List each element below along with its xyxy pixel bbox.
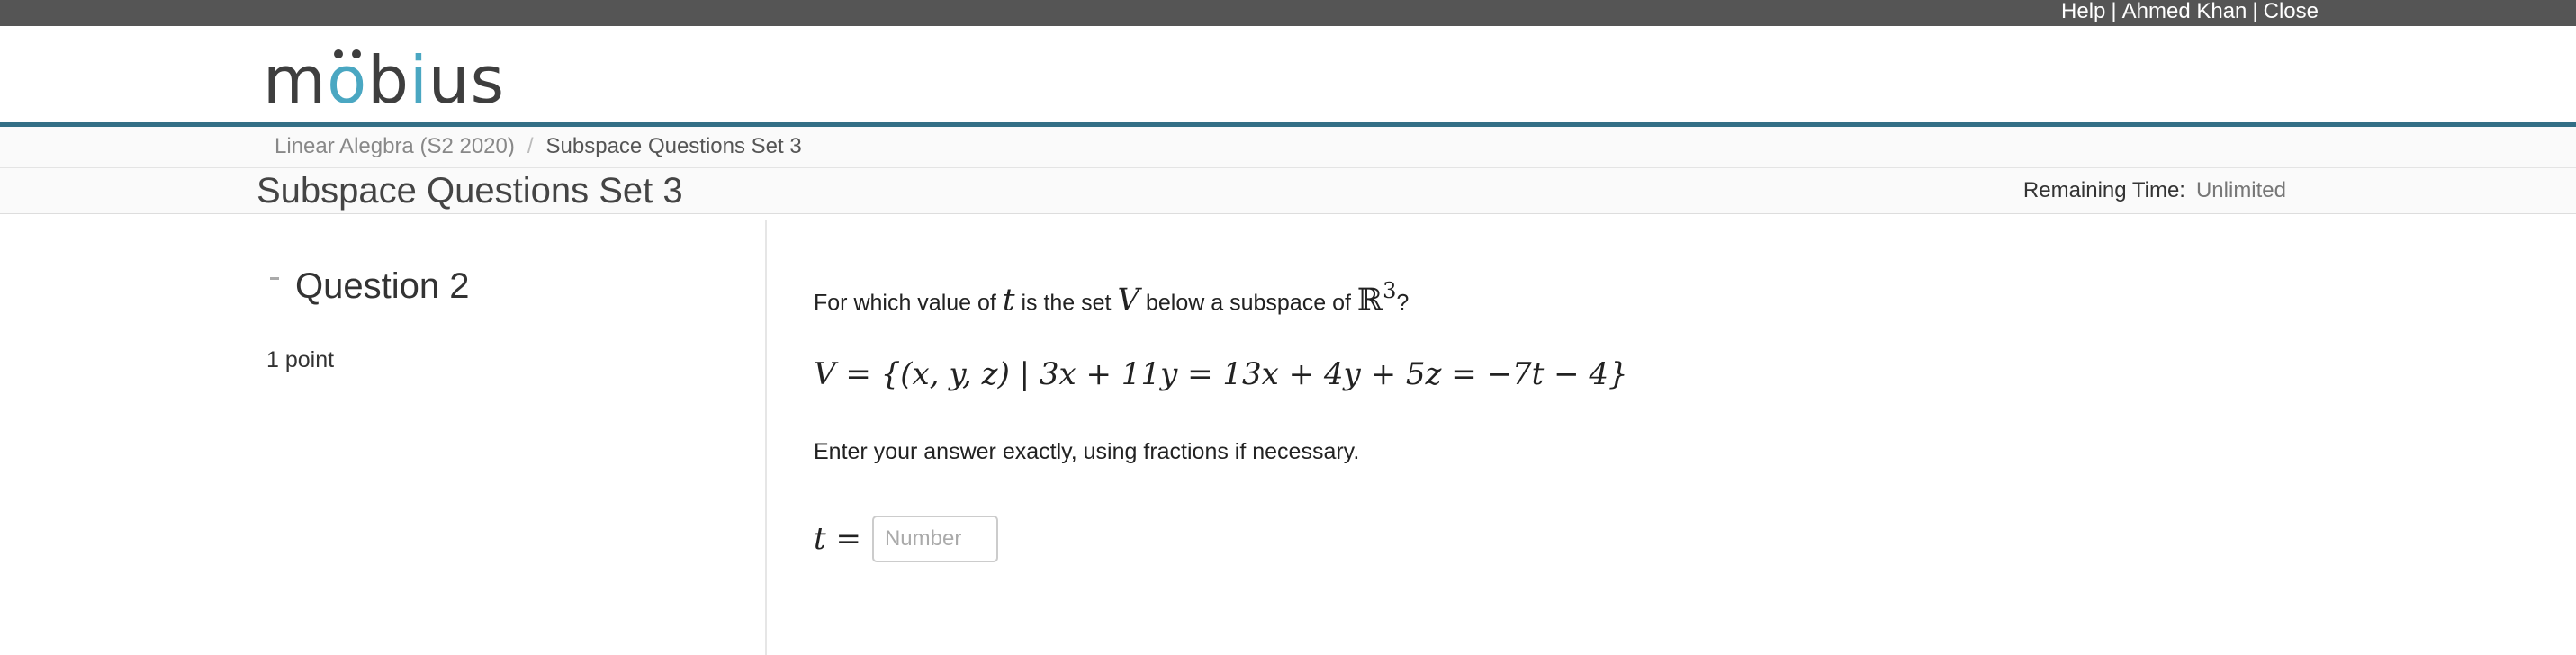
- question-title: Question 2: [295, 266, 470, 306]
- answer-input[interactable]: [871, 516, 998, 562]
- page-title: Subspace Questions Set 3: [257, 171, 683, 211]
- top-bar: Help | Ahmed Khan | Close: [0, 0, 2576, 26]
- prompt-text: below a subspace of: [1145, 290, 1351, 316]
- top-links: Help | Ahmed Khan | Close: [2061, 0, 2319, 26]
- logo-o-umlaut: o: [327, 44, 367, 116]
- logo-letter: m: [263, 42, 328, 118]
- remaining-time: Remaining Time: Unlimited: [2023, 168, 2286, 213]
- remaining-time-label: Remaining Time:: [2022, 178, 2185, 202]
- top-separator: |: [2252, 0, 2258, 23]
- answer-instruction: Enter your answer exactly, using fractio…: [814, 439, 1360, 464]
- top-separator: |: [2111, 0, 2117, 23]
- prompt-text: ?: [1396, 290, 1410, 316]
- help-link[interactable]: Help: [2061, 0, 2105, 23]
- breadcrumb-current: Subspace Questions Set 3: [545, 134, 802, 158]
- set-definition-equation: V = {(x, y, z) | 3x + 11y = 13x + 4y + 5…: [814, 356, 1628, 392]
- breadcrumb-course-link[interactable]: Linear Alegbra (S2 2020): [275, 134, 515, 158]
- prompt-text: For which value of: [814, 290, 996, 316]
- answer-label: t =: [814, 521, 861, 557]
- question-prompt: For which value of t is the set V below …: [814, 267, 1409, 329]
- breadcrumb: Linear Alegbra (S2 2020) / Subspace Questi…: [0, 127, 2576, 168]
- collapse-toggle-icon[interactable]: [270, 277, 279, 280]
- header: m obius: [0, 26, 2576, 122]
- mobius-logo: m obius: [263, 44, 505, 116]
- prompt-text: is the set: [1021, 290, 1112, 316]
- logo-letter: us: [428, 42, 506, 118]
- answer-row: t =: [814, 515, 998, 563]
- logo-letter: b: [367, 42, 410, 118]
- title-row: Subspace Questions Set 3 Remaining Time:…: [0, 168, 2576, 214]
- prompt-reals-symbol: ℝ: [1356, 282, 1383, 319]
- panel-divider: [765, 220, 767, 655]
- logo-letter: i: [409, 42, 428, 118]
- prompt-var-v: V: [1117, 282, 1140, 319]
- breadcrumb-separator: /: [527, 134, 534, 158]
- user-name-link[interactable]: Ahmed Khan: [2122, 0, 2247, 23]
- remaining-time-value: Unlimited: [2195, 178, 2286, 202]
- close-link[interactable]: Close: [2264, 0, 2319, 23]
- prompt-var-t: t: [1002, 282, 1015, 319]
- prompt-exponent: 3: [1383, 278, 1397, 303]
- question-points: 1 point: [266, 347, 335, 372]
